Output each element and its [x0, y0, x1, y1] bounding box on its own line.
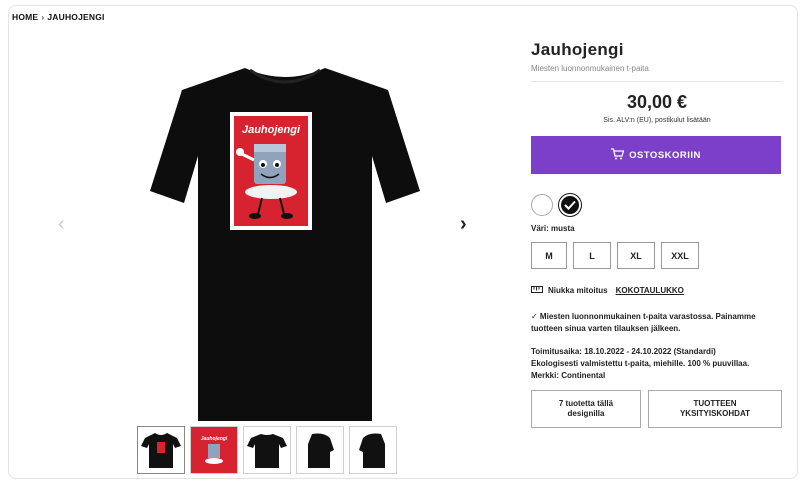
- size-option-m[interactable]: M: [531, 242, 567, 269]
- add-to-cart-button[interactable]: OSTOSKORIIN: [531, 136, 781, 174]
- shopping-cart-icon: [611, 147, 625, 163]
- breadcrumb: HOME › JAUHOJENGI: [12, 12, 105, 22]
- breadcrumb-current: JAUHOJENGI: [47, 12, 105, 22]
- size-option-xl[interactable]: XL: [617, 242, 655, 269]
- selected-color-label: Väri: musta: [531, 224, 575, 233]
- tshirt-side-thumb-icon: [359, 433, 385, 468]
- size-option-xxl[interactable]: XXL: [661, 242, 699, 269]
- color-swatches: [531, 194, 783, 216]
- material-info: Ekologisesti valmistettu t-paita, miehil…: [531, 359, 750, 368]
- tshirt-side-thumb-icon: [308, 433, 334, 468]
- product-title: Jauhojengi: [531, 40, 624, 59]
- product-details-button[interactable]: TUOTTEEN YKSITYISKOHDAT: [648, 390, 782, 428]
- related-products-button[interactable]: 7 tuotetta tällä designilla: [531, 390, 641, 428]
- color-swatch-black[interactable]: [559, 194, 581, 216]
- next-image-button[interactable]: ›: [460, 214, 467, 234]
- fit-info: Niukka mitoitus KOKOTAULUKKO: [531, 285, 783, 295]
- breadcrumb-home-link[interactable]: HOME: [12, 12, 38, 22]
- print-title: Jauhojengi: [242, 124, 301, 136]
- tshirt-back-thumb-icon: [247, 434, 287, 468]
- product-page: HOME › JAUHOJENGI Jauhojengi ‹ › Jauhoje…: [0, 0, 806, 483]
- vat-note: Sis. ALV:n (EU), postikulut lisätään: [603, 117, 711, 124]
- brand-info: Merkki: Continental: [531, 371, 606, 380]
- prev-image-button[interactable]: ‹: [58, 214, 65, 234]
- ruler-icon: [531, 285, 543, 295]
- bottom-actions: 7 tuotetta tällä designilla TUOTTEEN YKS…: [531, 390, 783, 428]
- color-swatch-white[interactable]: [531, 194, 553, 216]
- thumbnail-strip: Jauhojengi: [137, 426, 397, 474]
- thumbnail-side-right[interactable]: [349, 426, 397, 474]
- breadcrumb-separator: ›: [41, 12, 45, 22]
- fit-text: Niukka mitoitus: [548, 285, 608, 295]
- delivery-time: Toimitusaika: 18.10.2022 - 24.10.2022 (S…: [531, 347, 716, 356]
- product-description: ✓ Miesten luonnonmukainen t-paita varast…: [531, 312, 756, 333]
- product-image: Jauhojengi: [150, 68, 420, 421]
- thumbnail-side-left[interactable]: [296, 426, 344, 474]
- thumbnail-back[interactable]: [243, 426, 291, 474]
- product-info-panel: Jauhojengi Miesten luonnonmukainen t-pai…: [531, 40, 783, 428]
- size-selector: M L XL XXL: [531, 242, 783, 269]
- checkmark-icon: [564, 200, 576, 210]
- delivery-info: Toimitusaika: 18.10.2022 - 24.10.2022 (S…: [531, 346, 783, 382]
- product-subtitle: Miesten luonnonmukainen t-paita: [531, 64, 783, 82]
- size-option-l[interactable]: L: [573, 242, 611, 269]
- design-thumb-icon: Jauhojengi: [196, 432, 232, 468]
- svg-text:Jauhojengi: Jauhojengi: [201, 436, 228, 442]
- thumbnail-design[interactable]: Jauhojengi: [190, 426, 238, 474]
- size-chart-link[interactable]: KOKOTAULUKKO: [616, 286, 684, 295]
- product-price: 30,00 €: [626, 92, 688, 112]
- thumbnail-front[interactable]: [137, 426, 185, 474]
- tshirt-thumb-icon: [141, 433, 181, 468]
- add-to-cart-label: OSTOSKORIIN: [629, 149, 701, 161]
